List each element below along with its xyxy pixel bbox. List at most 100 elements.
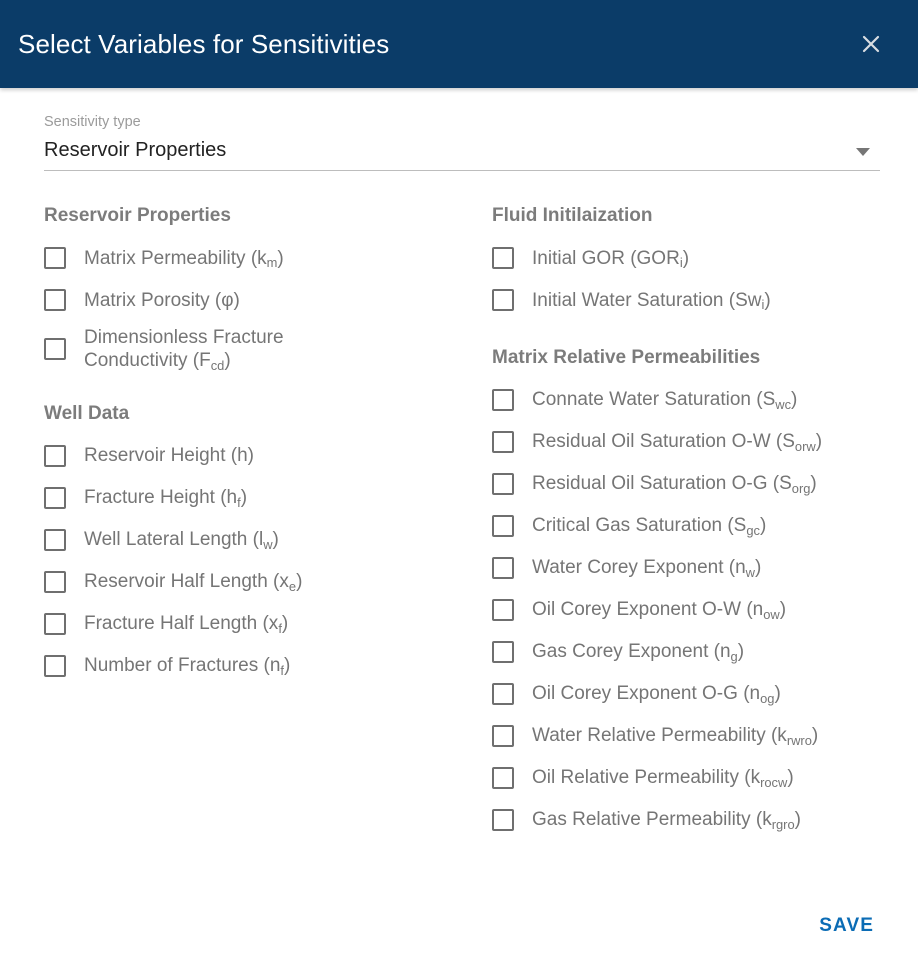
subscript: w	[263, 537, 273, 552]
checkbox-icon[interactable]	[44, 247, 66, 270]
variable-group-well-data: Well Data Reservoir Height (h) Fracture He…	[44, 403, 492, 687]
chevron-down-icon[interactable]	[856, 148, 870, 157]
checkbox-icon[interactable]	[492, 598, 514, 621]
checkbox-icon[interactable]	[492, 808, 514, 831]
checkbox-icon[interactable]	[492, 247, 514, 270]
subscript: i	[679, 255, 683, 271]
checkbox-label: Critical Gas Saturation (Sgc)	[532, 515, 767, 538]
checkbox-row-matrix-permeability-k[interactable]: Matrix Permeability (km)	[44, 237, 492, 279]
sensitivity-type-value: Reservoir Properties	[44, 139, 227, 162]
checkbox-label: Connate Water Saturation (Swc)	[532, 389, 798, 412]
checkbox-row-gas-corey-exponent-n[interactable]: Gas Corey Exponent (ng)	[492, 631, 918, 673]
checkbox-label: Water Relative Permeability (krwro)	[532, 725, 819, 748]
dialog-footer: SAVE	[0, 890, 918, 962]
group-title: Well Data	[44, 403, 130, 425]
checkbox-row-fracture-half-length-x[interactable]: Fracture Half Length (xf)	[44, 603, 492, 645]
checkbox-icon[interactable]	[44, 338, 66, 361]
checkbox-row-critical-gas-saturation-s[interactable]: Critical Gas Saturation (Sgc)	[492, 505, 918, 547]
checkbox-icon[interactable]	[492, 514, 514, 537]
checkbox-row-oil-corey-exponent-o-g-n[interactable]: Oil Corey Exponent O-G (nog)	[492, 673, 918, 715]
checkbox-icon[interactable]	[44, 528, 66, 551]
subscript: f	[237, 495, 241, 510]
subscript: rwro	[786, 733, 812, 748]
subscript: cd	[210, 357, 225, 373]
checkbox-label: Well Lateral Length (lw)	[84, 529, 279, 552]
checkbox-icon[interactable]	[492, 682, 514, 705]
group-title: Fluid Initilaization	[492, 205, 653, 227]
subscript: og	[760, 691, 775, 706]
checkbox-icon[interactable]	[492, 289, 514, 312]
dialog-body: Sensitivity type Reservoir Properties Re…	[0, 88, 918, 890]
checkbox-label: Gas Corey Exponent (ng)	[532, 641, 745, 664]
checkbox-label: Reservoir Half Length (xe)	[84, 571, 303, 594]
checkbox-row-reservoir-height-h[interactable]: Reservoir Height (h)	[44, 435, 492, 477]
checkbox-label: Fracture Half Length (xf)	[84, 613, 289, 636]
subscript: e	[288, 579, 297, 594]
checkbox-icon[interactable]	[492, 430, 514, 453]
checkbox-icon[interactable]	[492, 766, 514, 789]
checkbox-icon[interactable]	[44, 486, 66, 509]
subscript: rgro	[771, 817, 795, 832]
subscript: orw	[794, 439, 816, 454]
checkbox-label: Dimensionless Fracture Conductivity (Fcd…	[84, 327, 284, 373]
checkbox-label: Residual Oil Saturation O-G (Sorg)	[532, 473, 817, 496]
checkbox-row-water-corey-exponent-n[interactable]: Water Corey Exponent (nw)	[492, 547, 918, 589]
subscript: m	[266, 255, 278, 271]
checkbox-label: Initial Water Saturation (Swi)	[532, 289, 771, 313]
close-icon[interactable]	[852, 25, 890, 63]
checkbox-icon[interactable]	[492, 640, 514, 663]
checkbox-row-number-of-fractures-n[interactable]: Number of Fractures (nf)	[44, 645, 492, 687]
group-title: Matrix Relative Permeabilities	[492, 347, 761, 369]
checkbox-row-initial-water-saturation-sw[interactable]: Initial Water Saturation (Swi)	[492, 279, 918, 321]
checkbox-row-residual-oil-saturation-o-g-s[interactable]: Residual Oil Saturation O-G (Sorg)	[492, 463, 918, 505]
variable-groups: Reservoir Properties Matrix Permeability …	[44, 205, 880, 841]
checkbox-row-initial-gor-gor[interactable]: Initial GOR (GORi)	[492, 237, 918, 279]
dialog-header: Select Variables for Sensitivities	[0, 0, 918, 88]
subscript: gc	[746, 523, 760, 538]
select-variables-dialog: Select Variables for Sensitivities Sensi…	[0, 0, 918, 962]
checkbox-label: Gas Relative Permeability (krgro)	[532, 809, 801, 832]
checkbox-row-dimensionless-fracture-conductivity-f[interactable]: Dimensionless Fracture Conductivity (Fcd…	[44, 321, 492, 377]
checkbox-icon[interactable]	[492, 472, 514, 495]
subscript: w	[745, 565, 755, 580]
checkbox-icon[interactable]	[492, 724, 514, 747]
subscript: wc	[775, 397, 792, 412]
checkbox-label: Water Corey Exponent (nw)	[532, 557, 762, 580]
checkbox-label: Number of Fractures (nf)	[84, 655, 291, 678]
checkbox-label: Oil Corey Exponent O-G (nog)	[532, 683, 781, 706]
checkbox-icon[interactable]	[44, 612, 66, 635]
checkbox-row-gas-relative-permeability-k[interactable]: Gas Relative Permeability (krgro)	[492, 799, 918, 841]
checkbox-icon[interactable]	[44, 289, 66, 312]
checkbox-label: Oil Relative Permeability (krocw)	[532, 767, 794, 790]
checkbox-row-reservoir-half-length-x[interactable]: Reservoir Half Length (xe)	[44, 561, 492, 603]
subscript: f	[280, 663, 284, 678]
sensitivity-type-select[interactable]: Sensitivity type Reservoir Properties	[44, 114, 880, 172]
checkbox-row-residual-oil-saturation-o-w-s[interactable]: Residual Oil Saturation O-W (Sorw)	[492, 421, 918, 463]
checkbox-icon[interactable]	[44, 570, 66, 593]
page-title: Select Variables for Sensitivities	[18, 29, 390, 59]
subscript: g	[730, 649, 738, 664]
checkbox-row-oil-relative-permeability-k[interactable]: Oil Relative Permeability (krocw)	[492, 757, 918, 799]
checkbox-row-oil-corey-exponent-o-w-n[interactable]: Oil Corey Exponent O-W (now)	[492, 589, 918, 631]
variable-group-fluid-initilaization: Fluid Initilaization Initial GOR (GORi) In…	[492, 205, 918, 321]
left-column: Reservoir Properties Matrix Permeability …	[44, 205, 492, 841]
checkbox-row-fracture-height-h[interactable]: Fracture Height (hf)	[44, 477, 492, 519]
sensitivity-type-label: Sensitivity type	[44, 114, 141, 130]
checkbox-icon[interactable]	[492, 556, 514, 579]
checkbox-label: Fracture Height (hf)	[84, 487, 248, 510]
checkbox-label: Reservoir Height (h)	[84, 445, 254, 467]
checkbox-icon[interactable]	[44, 444, 66, 467]
variable-group-reservoir-properties: Reservoir Properties Matrix Permeability …	[44, 205, 492, 377]
subscript: org	[791, 481, 811, 496]
subscript: f	[278, 621, 282, 636]
checkbox-icon[interactable]	[44, 654, 66, 677]
right-column: Fluid Initilaization Initial GOR (GORi) In…	[492, 205, 918, 841]
checkbox-row-well-lateral-length-l[interactable]: Well Lateral Length (lw)	[44, 519, 492, 561]
group-title: Reservoir Properties	[44, 205, 231, 227]
checkbox-icon[interactable]	[492, 388, 514, 411]
checkbox-row-water-relative-permeability-k[interactable]: Water Relative Permeability (krwro)	[492, 715, 918, 757]
checkbox-label: Matrix Porosity (φ)	[84, 289, 240, 311]
save-button[interactable]: SAVE	[803, 905, 890, 947]
checkbox-row-matrix-porosity[interactable]: Matrix Porosity (φ)	[44, 279, 492, 321]
checkbox-row-connate-water-saturation-s[interactable]: Connate Water Saturation (Swc)	[492, 379, 918, 421]
